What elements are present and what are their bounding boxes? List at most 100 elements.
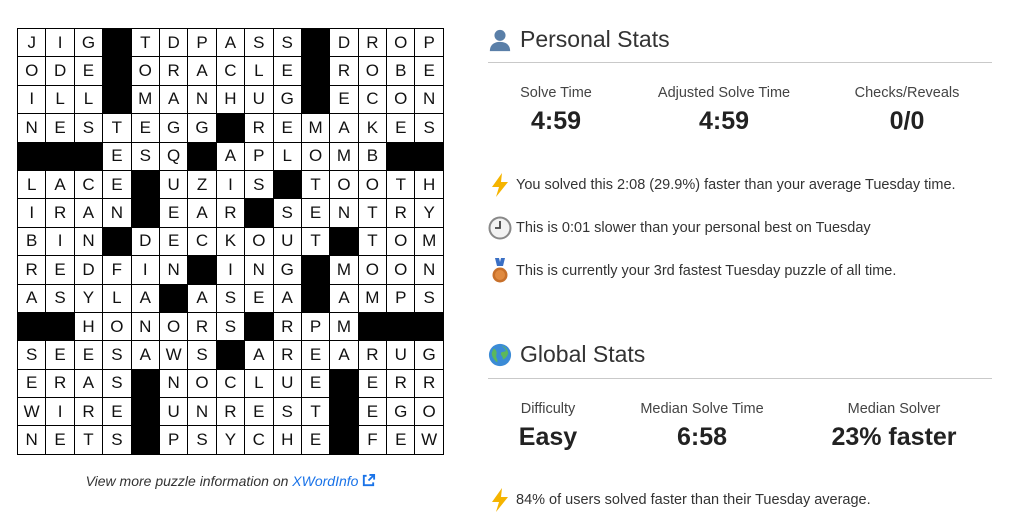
- grid-cell[interactable]: E: [103, 398, 132, 427]
- grid-cell[interactable]: N: [330, 199, 359, 228]
- grid-cell[interactable]: B: [18, 227, 47, 257]
- grid-cell[interactable]: P: [415, 29, 444, 58]
- grid-cell[interactable]: A: [74, 369, 104, 399]
- grid-cell[interactable]: N: [74, 227, 104, 257]
- grid-cell[interactable]: P: [188, 29, 217, 58]
- grid-cell[interactable]: P: [245, 142, 274, 171]
- grid-cell[interactable]: C: [245, 426, 274, 455]
- grid-cell[interactable]: P: [301, 312, 331, 342]
- grid-cell[interactable]: S: [103, 426, 132, 455]
- grid-cell[interactable]: O: [387, 85, 416, 115]
- grid-cell[interactable]: T: [301, 227, 331, 257]
- grid-cell[interactable]: O: [358, 256, 388, 285]
- grid-cell[interactable]: A: [159, 85, 189, 115]
- grid-cell[interactable]: R: [188, 312, 217, 342]
- grid-cell[interactable]: C: [74, 170, 104, 200]
- grid-cell[interactable]: D: [131, 227, 160, 257]
- grid-cell[interactable]: C: [188, 227, 217, 257]
- grid-cell[interactable]: C: [358, 85, 388, 115]
- grid-cell[interactable]: S: [415, 114, 444, 143]
- grid-cell[interactable]: R: [273, 312, 302, 342]
- grid-cell[interactable]: S: [245, 170, 274, 200]
- grid-cell[interactable]: T: [131, 29, 160, 58]
- grid-cell[interactable]: T: [301, 398, 331, 427]
- grid-cell[interactable]: O: [415, 398, 444, 427]
- grid-cell[interactable]: S: [188, 426, 217, 455]
- grid-cell[interactable]: N: [415, 256, 444, 285]
- grid-cell[interactable]: M: [415, 227, 444, 257]
- grid-cell[interactable]: I: [46, 29, 75, 58]
- grid-cell[interactable]: O: [387, 227, 416, 257]
- grid-cell[interactable]: S: [216, 284, 246, 313]
- grid-cell[interactable]: O: [103, 312, 132, 342]
- grid-cell[interactable]: N: [103, 199, 132, 228]
- grid-cell[interactable]: T: [301, 170, 331, 200]
- grid-cell[interactable]: D: [74, 256, 104, 285]
- grid-cell[interactable]: U: [273, 369, 302, 399]
- grid-cell[interactable]: E: [415, 57, 444, 86]
- grid-cell[interactable]: H: [74, 312, 104, 342]
- grid-cell[interactable]: A: [245, 341, 274, 370]
- grid-cell[interactable]: R: [46, 369, 75, 399]
- grid-cell[interactable]: U: [273, 227, 302, 257]
- grid-cell[interactable]: U: [159, 398, 189, 427]
- grid-cell[interactable]: A: [330, 341, 359, 370]
- grid-cell[interactable]: S: [216, 312, 246, 342]
- grid-cell[interactable]: O: [131, 57, 160, 86]
- grid-cell[interactable]: O: [330, 170, 359, 200]
- grid-cell[interactable]: A: [131, 341, 160, 370]
- grid-cell[interactable]: S: [103, 341, 132, 370]
- external-link-icon[interactable]: [361, 473, 376, 491]
- grid-cell[interactable]: E: [301, 426, 331, 455]
- grid-cell[interactable]: T: [103, 114, 132, 143]
- grid-cell[interactable]: N: [18, 114, 47, 143]
- grid-cell[interactable]: E: [358, 398, 388, 427]
- grid-cell[interactable]: L: [273, 142, 302, 171]
- grid-cell[interactable]: N: [159, 256, 189, 285]
- grid-cell[interactable]: E: [273, 114, 302, 143]
- grid-cell[interactable]: U: [159, 170, 189, 200]
- grid-cell[interactable]: P: [159, 426, 189, 455]
- grid-cell[interactable]: G: [273, 256, 302, 285]
- grid-cell[interactable]: M: [301, 114, 331, 143]
- grid-cell[interactable]: S: [74, 114, 104, 143]
- grid-cell[interactable]: G: [273, 85, 302, 115]
- grid-cell[interactable]: E: [387, 426, 416, 455]
- grid-cell[interactable]: E: [46, 341, 75, 370]
- grid-cell[interactable]: M: [131, 85, 160, 115]
- grid-cell[interactable]: L: [103, 284, 132, 313]
- grid-cell[interactable]: B: [387, 57, 416, 86]
- grid-cell[interactable]: R: [74, 398, 104, 427]
- grid-cell[interactable]: H: [216, 85, 246, 115]
- grid-cell[interactable]: H: [273, 426, 302, 455]
- grid-cell[interactable]: O: [387, 256, 416, 285]
- grid-cell[interactable]: R: [159, 57, 189, 86]
- grid-cell[interactable]: S: [188, 341, 217, 370]
- grid-cell[interactable]: E: [159, 227, 189, 257]
- grid-cell[interactable]: E: [46, 114, 75, 143]
- grid-cell[interactable]: S: [245, 29, 274, 58]
- grid-cell[interactable]: N: [188, 85, 217, 115]
- grid-cell[interactable]: E: [301, 199, 331, 228]
- grid-cell[interactable]: I: [18, 85, 47, 115]
- grid-cell[interactable]: A: [188, 199, 217, 228]
- grid-cell[interactable]: I: [18, 199, 47, 228]
- grid-cell[interactable]: R: [245, 114, 274, 143]
- grid-cell[interactable]: W: [18, 398, 47, 427]
- grid-cell[interactable]: A: [46, 170, 75, 200]
- grid-cell[interactable]: R: [216, 398, 246, 427]
- grid-cell[interactable]: L: [46, 85, 75, 115]
- grid-cell[interactable]: O: [245, 227, 274, 257]
- grid-cell[interactable]: E: [74, 341, 104, 370]
- grid-cell[interactable]: W: [415, 426, 444, 455]
- grid-cell[interactable]: I: [131, 256, 160, 285]
- grid-cell[interactable]: F: [103, 256, 132, 285]
- grid-cell[interactable]: R: [358, 341, 388, 370]
- grid-cell[interactable]: N: [245, 256, 274, 285]
- grid-cell[interactable]: P: [387, 284, 416, 313]
- grid-cell[interactable]: O: [188, 369, 217, 399]
- grid-cell[interactable]: S: [18, 341, 47, 370]
- grid-cell[interactable]: E: [301, 341, 331, 370]
- grid-cell[interactable]: K: [358, 114, 388, 143]
- grid-cell[interactable]: T: [358, 227, 388, 257]
